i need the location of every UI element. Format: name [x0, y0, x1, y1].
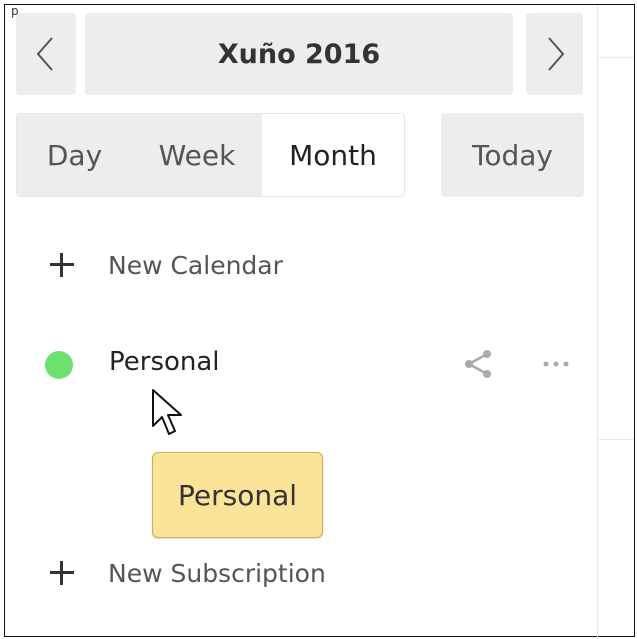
- new-calendar-button[interactable]: New Calendar: [5, 243, 598, 287]
- month-title: Xuño 2016: [217, 38, 381, 70]
- app-frame: p Xuño 2016 Day Week Month Today New Cal…: [4, 4, 635, 638]
- month-title-button[interactable]: Xuño 2016: [85, 13, 513, 95]
- divider: [598, 57, 634, 58]
- calendar-color-dot: [45, 351, 73, 379]
- plus-icon: [50, 561, 74, 585]
- prev-month-button[interactable]: [16, 13, 76, 95]
- view-month-button[interactable]: Month: [262, 114, 404, 196]
- mouse-pointer-icon: [152, 389, 182, 435]
- calendar-content-area: [598, 5, 634, 638]
- more-horizontal-icon[interactable]: [539, 347, 573, 381]
- divider: [598, 439, 634, 440]
- view-day-button[interactable]: Day: [17, 114, 132, 196]
- calendar-name: Personal: [109, 347, 220, 377]
- view-switcher: Day Week Month: [16, 113, 405, 197]
- next-month-button[interactable]: [526, 13, 583, 95]
- sidebar: Xuño 2016 Day Week Month Today New Calen…: [5, 5, 598, 638]
- new-subscription-button[interactable]: New Subscription: [5, 551, 598, 595]
- calendar-list-item[interactable]: Personal: [5, 339, 598, 387]
- plus-icon: [50, 253, 74, 277]
- chevron-right-icon: [547, 37, 564, 71]
- today-button[interactable]: Today: [441, 113, 584, 197]
- share-icon[interactable]: [461, 347, 495, 381]
- calendar-name-tooltip: Personal: [152, 452, 323, 538]
- chevron-left-icon: [36, 37, 53, 71]
- new-subscription-label: New Subscription: [108, 558, 326, 588]
- view-week-button[interactable]: Week: [132, 114, 262, 196]
- new-calendar-label: New Calendar: [108, 250, 283, 280]
